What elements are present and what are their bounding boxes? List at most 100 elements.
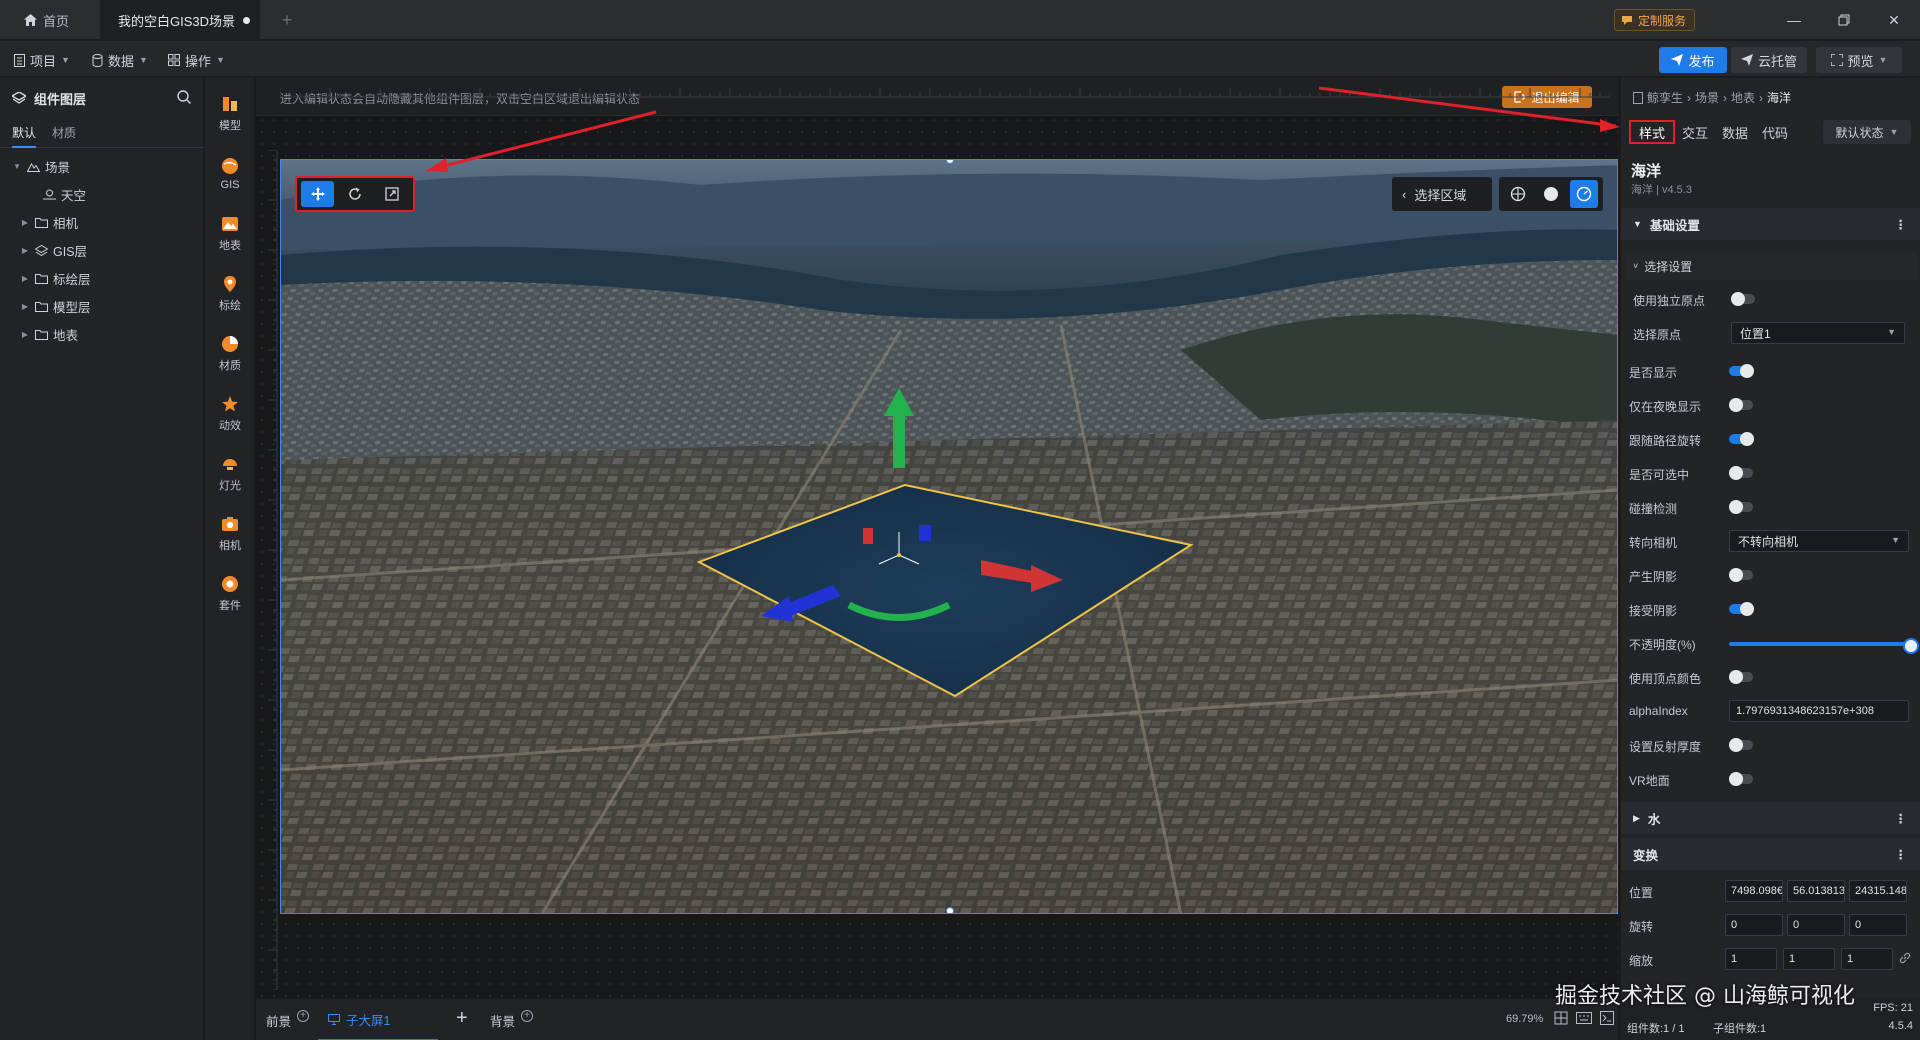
receive-shadow-toggle[interactable] [1729, 602, 1754, 616]
menu-operate[interactable]: 操作 ▼ [168, 49, 225, 71]
section-basic[interactable]: ▼ 基础设置 ⋮ [1621, 208, 1920, 240]
tab-data[interactable]: 数据 [1717, 120, 1753, 144]
tree-item-plot[interactable]: ▶ 标绘层 [0, 265, 204, 291]
send-icon [1740, 54, 1753, 66]
add-foreground-icon[interactable]: + [297, 1009, 310, 1022]
rail-camera[interactable]: 相机 [205, 506, 255, 562]
screen-tab-active[interactable]: 子大屏1 [318, 999, 438, 1040]
visible-toggle[interactable] [1729, 364, 1754, 378]
tree-label: GIS层 [53, 244, 88, 259]
rotation-z-input[interactable]: 0 [1849, 914, 1907, 936]
scale-y-input[interactable]: 1 [1783, 948, 1835, 970]
breadcrumb-current: 海洋 [1767, 91, 1792, 105]
caret-right-icon: ▶ [21, 217, 29, 227]
vertex-color-toggle[interactable] [1729, 670, 1753, 684]
keyboard-icon[interactable] [1576, 1012, 1592, 1024]
rail-surface[interactable]: 地表 [205, 206, 255, 262]
position-z-input[interactable]: 24315.148 [1849, 880, 1907, 902]
collision-toggle[interactable] [1729, 500, 1753, 514]
rail-model[interactable]: 模型 [205, 86, 255, 142]
model-icon [223, 97, 237, 111]
grid-icon [168, 54, 180, 66]
menu-project[interactable]: 项目 ▼ [14, 49, 70, 71]
rotation-x-input[interactable]: 0 [1725, 914, 1783, 936]
search-icon[interactable] [177, 90, 191, 104]
select-origin-dropdown[interactable]: 位置1 ▼ [1731, 322, 1905, 344]
tab-home[interactable]: 首页 [10, 0, 106, 40]
caret-right-icon: ▶ [21, 329, 29, 339]
menu-data[interactable]: 数据 ▼ [92, 49, 148, 71]
sub-component-count: 子组件数:1 [1713, 1023, 1767, 1035]
breadcrumb-item[interactable]: 地表 [1731, 89, 1755, 106]
section-water[interactable]: ▶ 水 ⋮ [1621, 802, 1920, 834]
cast-shadow-toggle[interactable] [1729, 568, 1753, 582]
alpha-index-input[interactable]: 1.7976931348623157e+308 [1729, 700, 1909, 722]
fit-screen-icon[interactable] [1554, 1011, 1568, 1025]
folder-icon [35, 273, 48, 284]
rail-plot[interactable]: 标绘 [205, 266, 255, 322]
tab-interaction[interactable]: 交互 [1677, 120, 1713, 144]
state-select[interactable]: 默认状态 ▼ [1823, 120, 1911, 144]
tree-item-gis[interactable]: ▶ GIS层 [0, 237, 204, 263]
tab-style[interactable]: 样式 [1629, 120, 1675, 144]
tree-item-scene[interactable]: ▼ 场景 [0, 153, 204, 179]
minimize-icon[interactable]: — [1780, 8, 1808, 32]
follow-path-toggle[interactable] [1729, 432, 1754, 446]
chevron-down-icon: ▼ [61, 55, 70, 65]
custom-service-button[interactable]: 定制服务 [1613, 9, 1695, 31]
tree-item-sky[interactable]: 天空 [0, 181, 204, 207]
selectable-toggle[interactable] [1729, 466, 1753, 480]
scale-z-input[interactable]: 1 [1841, 948, 1893, 970]
reflect-thickness-toggle[interactable] [1729, 738, 1753, 752]
link-icon[interactable] [1899, 952, 1911, 964]
background-tab[interactable]: 背景 + [490, 1009, 534, 1030]
prop-label: 碰撞检测 [1629, 502, 1678, 516]
screen-tabs-bar: 前景 + 子大屏1 + 背景 + 69.79% [256, 998, 1618, 1040]
new-tab-button[interactable]: + [272, 0, 302, 40]
subsection-select[interactable]: ˅ 选择设置 [1625, 252, 1917, 280]
layer-panel-title: 组件图层 [34, 91, 87, 107]
breadcrumb-item[interactable]: 鲸孪生 [1647, 89, 1683, 106]
more-icon[interactable]: ⋮ [1895, 811, 1908, 826]
rail-light[interactable]: 灯光 [205, 446, 255, 502]
rail-gis[interactable]: GIS [205, 146, 255, 202]
foreground-tab[interactable]: 前景 + [266, 1009, 310, 1030]
tree-item-model[interactable]: ▶ 模型层 [0, 293, 204, 319]
opacity-slider[interactable] [1729, 638, 1919, 654]
more-icon[interactable]: ⋮ [1895, 847, 1908, 862]
publish-button[interactable]: 发布 [1659, 47, 1727, 73]
prop-label: 旋转 [1629, 920, 1654, 934]
face-camera-dropdown[interactable]: 不转向相机 ▼ [1729, 530, 1909, 552]
close-icon[interactable]: ✕ [1880, 8, 1908, 32]
add-background-icon[interactable]: + [521, 1009, 534, 1022]
position-y-input[interactable]: 56.013813 [1787, 880, 1845, 902]
vr-ground-toggle[interactable] [1729, 772, 1753, 786]
more-icon[interactable]: ⋮ [1895, 217, 1908, 232]
tab-code[interactable]: 代码 [1757, 120, 1793, 144]
tab-scene[interactable]: 我的空白GIS3D场景 [100, 0, 260, 40]
section-transform[interactable]: 变换 ⋮ [1621, 838, 1920, 870]
tree-item-camera[interactable]: ▶ 相机 [0, 209, 204, 235]
resize-handle-bottom[interactable] [946, 907, 954, 913]
restore-icon[interactable] [1830, 8, 1858, 32]
tab-material[interactable]: 材质 [52, 124, 76, 141]
independent-origin-toggle[interactable] [1731, 292, 1755, 306]
position-x-input[interactable]: 7498.098€ [1725, 880, 1783, 902]
night-only-toggle[interactable] [1729, 398, 1753, 412]
scale-x-input[interactable]: 1 [1725, 948, 1777, 970]
breadcrumb-item[interactable]: 场景 [1695, 89, 1719, 106]
prop-label: 接受阴影 [1629, 604, 1678, 618]
rail-effect[interactable]: 动效 [205, 386, 255, 442]
rotation-y-input[interactable]: 0 [1787, 914, 1845, 936]
add-screen-button[interactable]: + [456, 1007, 468, 1030]
tab-default[interactable]: 默认 [12, 124, 37, 148]
terminal-icon[interactable] [1600, 1011, 1614, 1025]
tree-item-surface[interactable]: ▶ 地表 [0, 321, 204, 347]
rail-kit[interactable]: 套件 [205, 566, 255, 622]
scene-viewport[interactable]: ‹ 选择区域 [280, 159, 1618, 914]
screen-tab-label: 子大屏1 [346, 1013, 391, 1028]
cloud-hosting-button[interactable]: 云托管 [1731, 47, 1807, 73]
rail-material[interactable]: 材质 [205, 326, 255, 382]
preview-button[interactable]: 预览 ▼ [1816, 47, 1902, 73]
folder-icon [35, 301, 48, 312]
